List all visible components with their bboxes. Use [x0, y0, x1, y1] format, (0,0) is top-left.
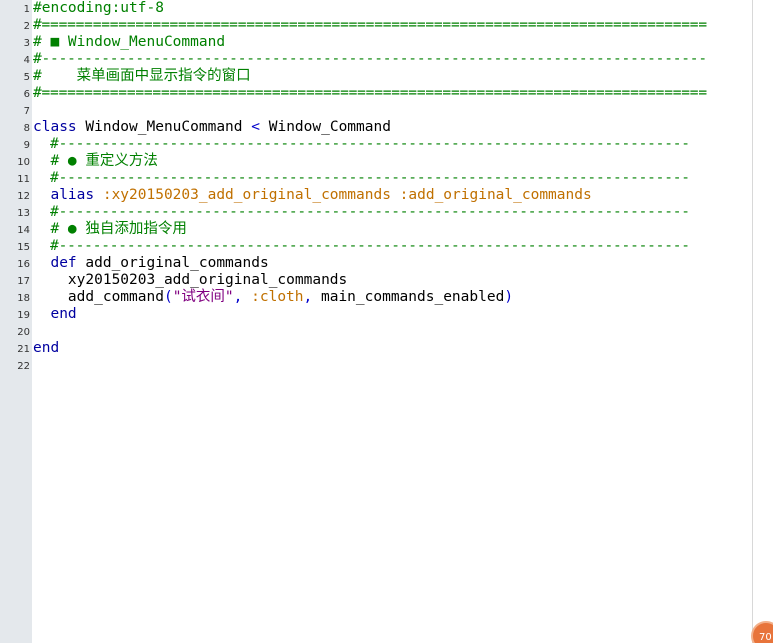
code-line[interactable]: 16 def add_original_commands	[0, 255, 760, 272]
code-text: #=======================================…	[33, 17, 707, 34]
code-line[interactable]: 9 #-------------------------------------…	[0, 136, 760, 153]
code-token: end	[33, 340, 60, 356]
line-number: 9	[23, 140, 30, 151]
code-text: xy20150203_add_original_commands	[33, 272, 347, 289]
code-token: (	[163, 289, 173, 305]
line-number: 17	[17, 276, 30, 287]
code-line[interactable]: 1 #encoding:utf-8	[0, 0, 760, 17]
line-number: 21	[17, 344, 30, 355]
line-number: 22	[17, 361, 30, 372]
code-line[interactable]: 21 end	[0, 340, 760, 357]
line-number: 13	[17, 208, 30, 219]
script-editor[interactable]: 1 #encoding:utf-8 2 #======================…	[0, 0, 773, 643]
code-token: #---------------------------------------…	[33, 204, 690, 220]
code-area[interactable]: 1 #encoding:utf-8 2 #======================…	[0, 0, 760, 374]
line-number: 19	[17, 310, 30, 321]
line-number: 3	[23, 38, 30, 49]
code-text: #---------------------------------------…	[33, 204, 690, 221]
code-line[interactable]: 2 #======================================…	[0, 17, 760, 34]
line-number: 15	[17, 242, 30, 253]
code-text: #---------------------------------------…	[33, 51, 707, 68]
code-line[interactable]: 10 # ● 重定义方法	[0, 153, 760, 170]
code-token: add_original_commands	[76, 255, 269, 271]
code-token: "试衣间"	[172, 289, 234, 305]
code-text: # ● 重定义方法	[33, 153, 158, 170]
code-line[interactable]: 22	[0, 357, 760, 374]
code-token: Window_Command	[260, 119, 391, 135]
code-line[interactable]: 11 #------------------------------------…	[0, 170, 760, 187]
line-number: 2	[23, 21, 30, 32]
code-text: #---------------------------------------…	[33, 170, 690, 187]
line-number: 16	[17, 259, 30, 270]
code-token: :xy20150203_add_original_commands :add_o…	[94, 187, 592, 203]
code-text: end	[33, 340, 59, 357]
line-number: 20	[17, 327, 30, 338]
code-text: # ■ Window_MenuCommand	[33, 34, 225, 51]
code-text: #---------------------------------------…	[33, 238, 690, 255]
code-line[interactable]: 12 alias :xy20150203_add_original_comman…	[0, 187, 760, 204]
line-number: 5	[23, 72, 30, 83]
code-token: #---------------------------------------…	[33, 136, 690, 152]
code-token: # 菜单画面中显示指令的窗口	[33, 68, 251, 84]
code-line[interactable]: 7	[0, 102, 760, 119]
line-number: 10	[17, 157, 30, 168]
code-text: alias :xy20150203_add_original_commands …	[33, 187, 592, 204]
code-token: def	[33, 255, 77, 271]
code-line[interactable]: 15 #------------------------------------…	[0, 238, 760, 255]
code-text: add_command("试衣间", :cloth, main_commands…	[33, 289, 513, 306]
code-token: #---------------------------------------…	[33, 51, 707, 67]
code-line[interactable]: 17 xy20150203_add_original_commands	[0, 272, 760, 289]
code-token: # ■ Window_MenuCommand	[33, 34, 226, 50]
line-number: 1	[23, 4, 30, 15]
line-number: 8	[23, 123, 30, 134]
code-token: #encoding:utf-8	[33, 0, 164, 16]
code-token: )	[504, 289, 514, 305]
code-token: #=======================================…	[33, 17, 707, 33]
code-line[interactable]: 20	[0, 323, 760, 340]
code-token: # ● 独自添加指令用	[33, 221, 187, 237]
code-token: alias	[33, 187, 95, 203]
code-token: #=======================================…	[33, 85, 707, 101]
code-line[interactable]: 14 # ● 独自添加指令用	[0, 221, 760, 238]
code-token: add_command	[33, 289, 164, 305]
code-token: :cloth	[251, 289, 304, 305]
code-text: #=======================================…	[33, 85, 707, 102]
vertical-scrollbar[interactable]	[752, 0, 773, 643]
code-text: #---------------------------------------…	[33, 136, 690, 153]
code-token: ,	[303, 289, 321, 305]
code-token: class	[33, 119, 77, 135]
code-token: main_commands_enabled	[320, 289, 505, 305]
code-line[interactable]: 4 #--------------------------------------…	[0, 51, 760, 68]
code-text: # 菜单画面中显示指令的窗口	[33, 68, 251, 85]
code-token: #---------------------------------------…	[33, 238, 690, 254]
code-token: xy20150203_add_original_commands	[33, 272, 348, 288]
code-token: <	[251, 119, 260, 135]
code-text: #encoding:utf-8	[33, 0, 164, 17]
code-line[interactable]: 8 class Window_MenuCommand < Window_Comma…	[0, 119, 760, 136]
line-number: 7	[23, 106, 30, 117]
code-token: # ● 重定义方法	[33, 153, 158, 169]
code-line[interactable]: 19 end	[0, 306, 760, 323]
line-number: 11	[17, 174, 30, 185]
code-token: ,	[233, 289, 252, 305]
code-line[interactable]: 5 # 菜单画面中显示指令的窗口	[0, 68, 760, 85]
code-text: end	[33, 306, 77, 323]
code-text: def add_original_commands	[33, 255, 269, 272]
line-number: 14	[17, 225, 30, 236]
code-text: class Window_MenuCommand < Window_Comman…	[33, 119, 391, 136]
code-line[interactable]: 13 #------------------------------------…	[0, 204, 760, 221]
code-token: end	[33, 306, 77, 322]
code-line[interactable]: 3 # ■ Window_MenuCommand	[0, 34, 760, 51]
code-line[interactable]: 6 #======================================…	[0, 85, 760, 102]
line-number: 12	[17, 191, 30, 202]
line-number: 18	[17, 293, 30, 304]
code-line[interactable]: 18 add_command("试衣间", :cloth, main_comma…	[0, 289, 760, 306]
line-number: 4	[23, 55, 30, 66]
code-token: Window_MenuCommand	[76, 119, 252, 135]
code-text: # ● 独自添加指令用	[33, 221, 187, 238]
code-token: #---------------------------------------…	[33, 170, 690, 186]
line-number: 6	[23, 89, 30, 100]
